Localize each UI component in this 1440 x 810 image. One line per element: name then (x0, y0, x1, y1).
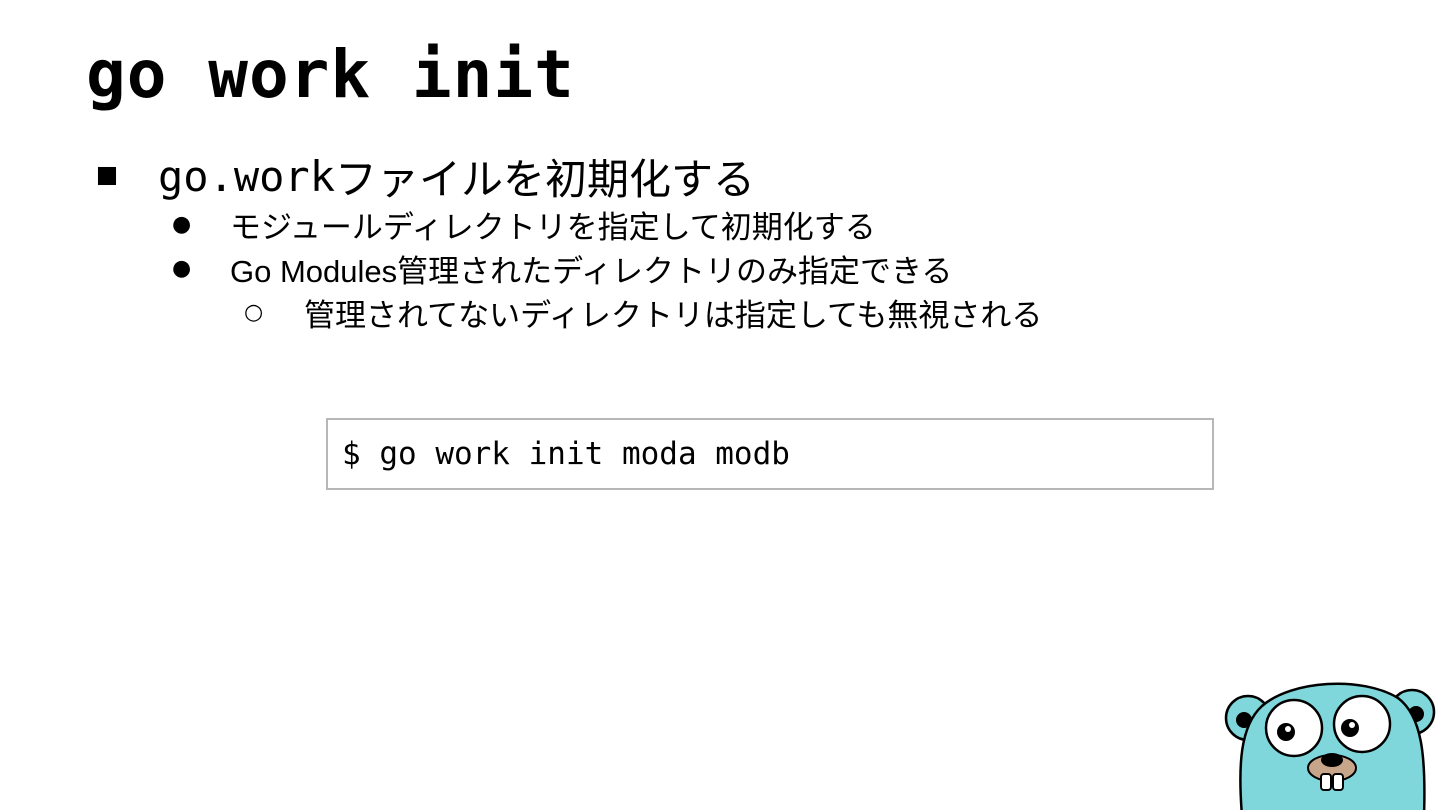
bullet-level1: go.work ファイルを初期化する (96, 148, 755, 204)
code-command: $ go work init moda modb (342, 436, 790, 472)
gopher-mascot-icon (1224, 682, 1436, 810)
slide-title: go work init (86, 36, 575, 113)
square-bullet-icon (97, 166, 117, 186)
disc-bullet-icon: ● (172, 255, 192, 281)
bullet-level2-text: Go Modules管理されたディレクトリのみ指定できる (230, 253, 953, 289)
bullet-level3: ○ 管理されてないディレクトリは指定しても無視される (244, 290, 1042, 334)
slide: go work init go.work ファイルを初期化する ● モジュールディ… (0, 0, 1440, 810)
bullet-level3-text: 管理されてないディレクトリは指定しても無視される (304, 297, 1043, 333)
bullet-level2-text: モジュールディレクトリを指定して初期化する (230, 209, 876, 245)
bullet-level2: ● モジュールディレクトリを指定して初期化する (172, 202, 876, 246)
disc-bullet-icon: ● (172, 211, 192, 237)
bullet-level1-mono: go.work (158, 151, 336, 201)
bullet-level2: ● Go Modules管理されたディレクトリのみ指定できる (172, 246, 952, 290)
bullet-level1-text: ファイルを初期化する (335, 154, 756, 204)
code-block: $ go work init moda modb (326, 418, 1214, 490)
circle-bullet-icon: ○ (244, 299, 264, 325)
